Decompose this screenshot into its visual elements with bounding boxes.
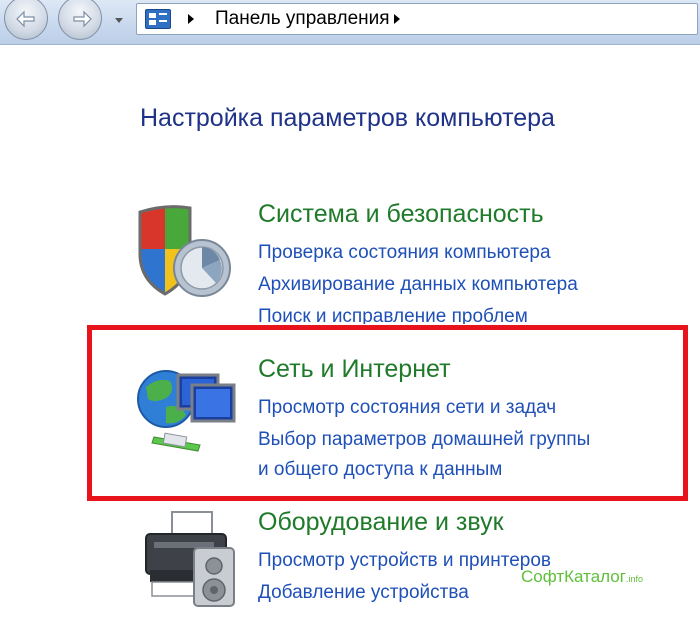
breadcrumb-control-panel[interactable]: Панель управления: [215, 8, 390, 30]
breadcrumb-chevron-icon[interactable]: [187, 13, 195, 25]
shield-icon: [138, 205, 231, 297]
breadcrumb-chevron-icon[interactable]: [393, 13, 401, 25]
category-heading-system-security[interactable]: Система и безопасность: [258, 200, 544, 229]
link-view-devices-printers[interactable]: Просмотр устройств и принтеров: [258, 550, 551, 572]
printer-speaker-icon: [145, 511, 235, 607]
navigation-bar: Панель управления: [0, 0, 700, 45]
highlight-frame: [87, 325, 688, 501]
arrow-right-icon: [73, 10, 92, 28]
category-heading-hardware-sound[interactable]: Оборудование и звук: [258, 508, 504, 537]
page-title: Настройка параметров компьютера: [140, 104, 555, 132]
address-bar[interactable]: Панель управления: [136, 3, 698, 35]
recent-pages-dropdown-icon[interactable]: [114, 14, 124, 26]
watermark-suffix: .info: [625, 574, 643, 584]
watermark: СофтКаталог.info: [521, 567, 643, 587]
link-add-device[interactable]: Добавление устройства: [258, 582, 469, 604]
forward-button[interactable]: [58, 0, 102, 40]
link-find-fix-problems[interactable]: Поиск и исправление проблем: [258, 306, 528, 324]
control-panel-icon: [145, 9, 171, 29]
link-check-computer-status[interactable]: Проверка состояния компьютера: [258, 242, 551, 264]
arrow-left-icon: [16, 10, 35, 28]
watermark-text: СофтКаталог: [521, 567, 626, 586]
back-button[interactable]: [4, 0, 48, 40]
link-backup-computer[interactable]: Архивирование данных компьютера: [258, 274, 578, 296]
